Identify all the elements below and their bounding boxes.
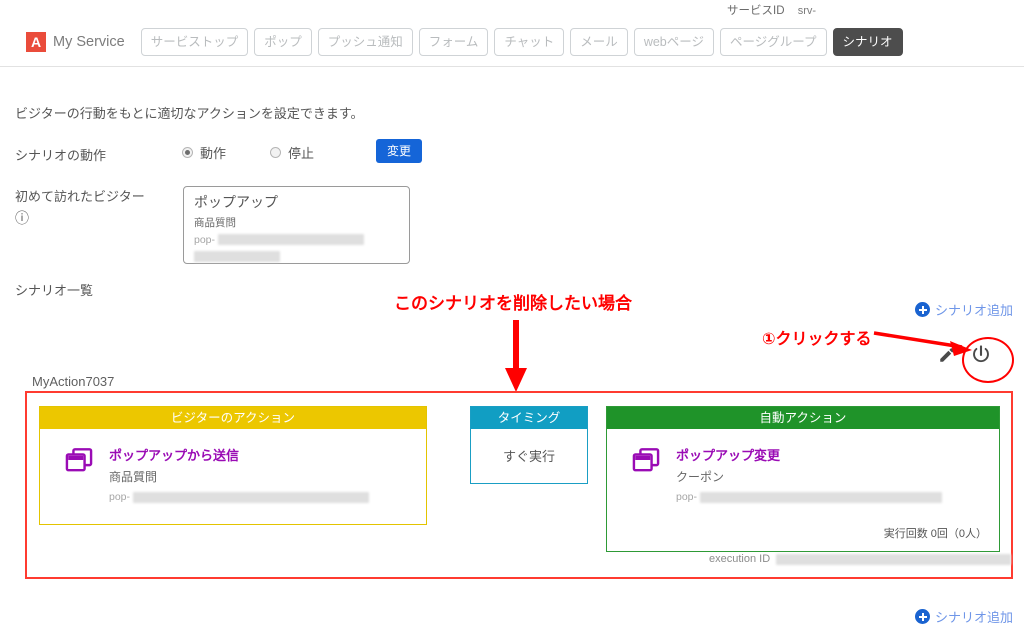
popup-window-icon — [632, 448, 660, 472]
nav-item-push[interactable]: プッシュ通知 — [317, 27, 413, 57]
first-visitor-subtitle: 商品質問 — [194, 216, 236, 229]
service-id-label: サービスID — [727, 5, 785, 17]
auto-action-id-prefix: pop- — [676, 491, 698, 503]
nav-item-form[interactable]: フォーム — [418, 27, 489, 57]
visitor-action-item[interactable]: ポップアップから送信 商品質問 pop- — [40, 429, 426, 503]
nav-item-service-top[interactable]: サービストップ — [140, 27, 249, 57]
plus-circle-icon — [915, 302, 930, 317]
auto-action-title: ポップアップ変更 — [676, 448, 781, 463]
pencil-icon — [940, 348, 954, 362]
radio-option-stopped[interactable]: 停止 — [270, 143, 314, 162]
radio-label-active: 動作 — [200, 146, 227, 161]
add-scenario-link-bottom[interactable]: シナリオ追加 — [915, 607, 1013, 626]
scenario-mode-radios: 動作 停止 — [182, 143, 358, 162]
panel-visitor-action-header: ビジターのアクション — [40, 407, 426, 429]
add-scenario-label-top: シナリオ追加 — [935, 303, 1014, 318]
first-visitor-title: ポップアップ — [194, 194, 278, 210]
timing-value: すぐ実行 — [502, 449, 555, 464]
auto-action-subtitle: クーポン — [676, 470, 725, 484]
first-visitor-id: pop- — [194, 234, 399, 246]
scenario-list-title: シナリオ一覧 — [15, 283, 94, 298]
brand: A My Service — [26, 32, 125, 52]
service-id: サービスID srv- — [727, 2, 816, 18]
auto-action-id: pop- — [676, 491, 943, 503]
redacted-id-block — [133, 491, 370, 503]
panel-timing-header: タイミング — [471, 407, 587, 429]
annotation-click-note: ①クリックする — [762, 331, 872, 348]
add-scenario-link-top[interactable]: シナリオ追加 — [915, 300, 1013, 319]
scenario-mode-label: シナリオの動作 — [15, 148, 107, 163]
nav-item-page-group[interactable]: ページグループ — [720, 27, 827, 57]
auto-action-item[interactable]: ポップアップ変更 クーポン pop- — [607, 429, 999, 503]
first-visitor-id-wrap2 — [194, 246, 399, 267]
redacted-id-block-2 — [194, 250, 280, 262]
visitor-action-title: ポップアップから送信 — [109, 448, 240, 463]
execution-id-label: execution ID — [709, 553, 771, 565]
main-nav: サービストップ ポップ プッシュ通知 フォーム チャット メール webページ … — [140, 27, 903, 57]
visitor-action-id: pop- — [109, 491, 370, 503]
radio-option-active[interactable]: 動作 — [182, 143, 226, 162]
visitor-action-text: ポップアップから送信 商品質問 pop- — [109, 445, 370, 503]
change-button[interactable]: 変更 — [376, 139, 423, 163]
nav-item-chat[interactable]: チャット — [494, 27, 565, 57]
panel-visitor-action-body: ポップアップから送信 商品質問 pop- — [40, 429, 426, 524]
radio-dot-active-icon — [182, 147, 193, 158]
app-header: A My Service サービストップ ポップ プッシュ通知 フォーム チャッ… — [0, 18, 1024, 67]
redacted-id-block — [700, 491, 943, 503]
down-arrow-head — [505, 368, 527, 392]
auto-action-text: ポップアップ変更 クーポン pop- — [676, 445, 943, 503]
scenario-title: MyAction7037 — [32, 374, 118, 389]
panel-timing: タイミング すぐ実行 — [470, 406, 588, 484]
first-visitor-card[interactable]: ポップアップ 商品質問 pop- — [183, 186, 410, 264]
radio-label-stopped: 停止 — [288, 146, 315, 161]
visitor-action-subtitle: 商品質問 — [109, 470, 158, 484]
edit-button[interactable] — [938, 346, 956, 364]
help-icon[interactable]: ⓘ — [15, 208, 145, 228]
scenario-card: ビジターのアクション ポップアップから送信 商品質問 pop- タイミング すぐ… — [25, 391, 1013, 579]
redacted-id-block — [776, 553, 1012, 565]
nav-item-pop[interactable]: ポップ — [254, 27, 312, 57]
page-description: ビジターの行動をもとに適切なアクションを設定できます。 — [15, 106, 364, 121]
brand-name: My Service — [53, 34, 125, 50]
execution-id: execution ID — [709, 553, 1012, 565]
panel-timing-body: すぐ実行 — [471, 429, 587, 483]
nav-item-scenario[interactable]: シナリオ — [832, 27, 903, 57]
radio-dot-stopped-icon — [270, 147, 282, 158]
panel-auto-action-body: ポップアップ変更 クーポン pop- 実行回数 0回（0人） — [607, 429, 999, 551]
popup-window-icon — [65, 448, 93, 472]
nav-item-webpage[interactable]: webページ — [633, 27, 714, 57]
plus-circle-icon — [915, 609, 930, 624]
service-id-value: srv- — [797, 5, 817, 17]
annotation-delete-note: このシナリオを削除したい場合 — [394, 294, 632, 313]
power-button-highlight-circle — [962, 337, 1014, 383]
visitor-action-id-prefix: pop- — [109, 491, 131, 503]
panel-auto-action-header: 自動アクション — [607, 407, 999, 429]
panel-visitor-action: ビジターのアクション ポップアップから送信 商品質問 pop- — [39, 406, 427, 525]
panel-auto-action: 自動アクション ポップアップ変更 クーポン pop- 実行回数 0回（0人） — [606, 406, 1000, 552]
first-visitor-label: 初めて訪れたビジター ⓘ — [15, 186, 145, 228]
add-scenario-label-bottom: シナリオ追加 — [935, 610, 1014, 625]
execution-count: 実行回数 0回（0人） — [883, 528, 987, 540]
nav-item-mail[interactable]: メール — [570, 27, 628, 57]
redacted-id-block — [218, 234, 365, 245]
first-visitor-label-text: 初めて訪れたビジター — [15, 189, 145, 204]
first-visitor-id-prefix: pop- — [194, 233, 216, 246]
brand-logo-icon: A — [26, 32, 46, 52]
